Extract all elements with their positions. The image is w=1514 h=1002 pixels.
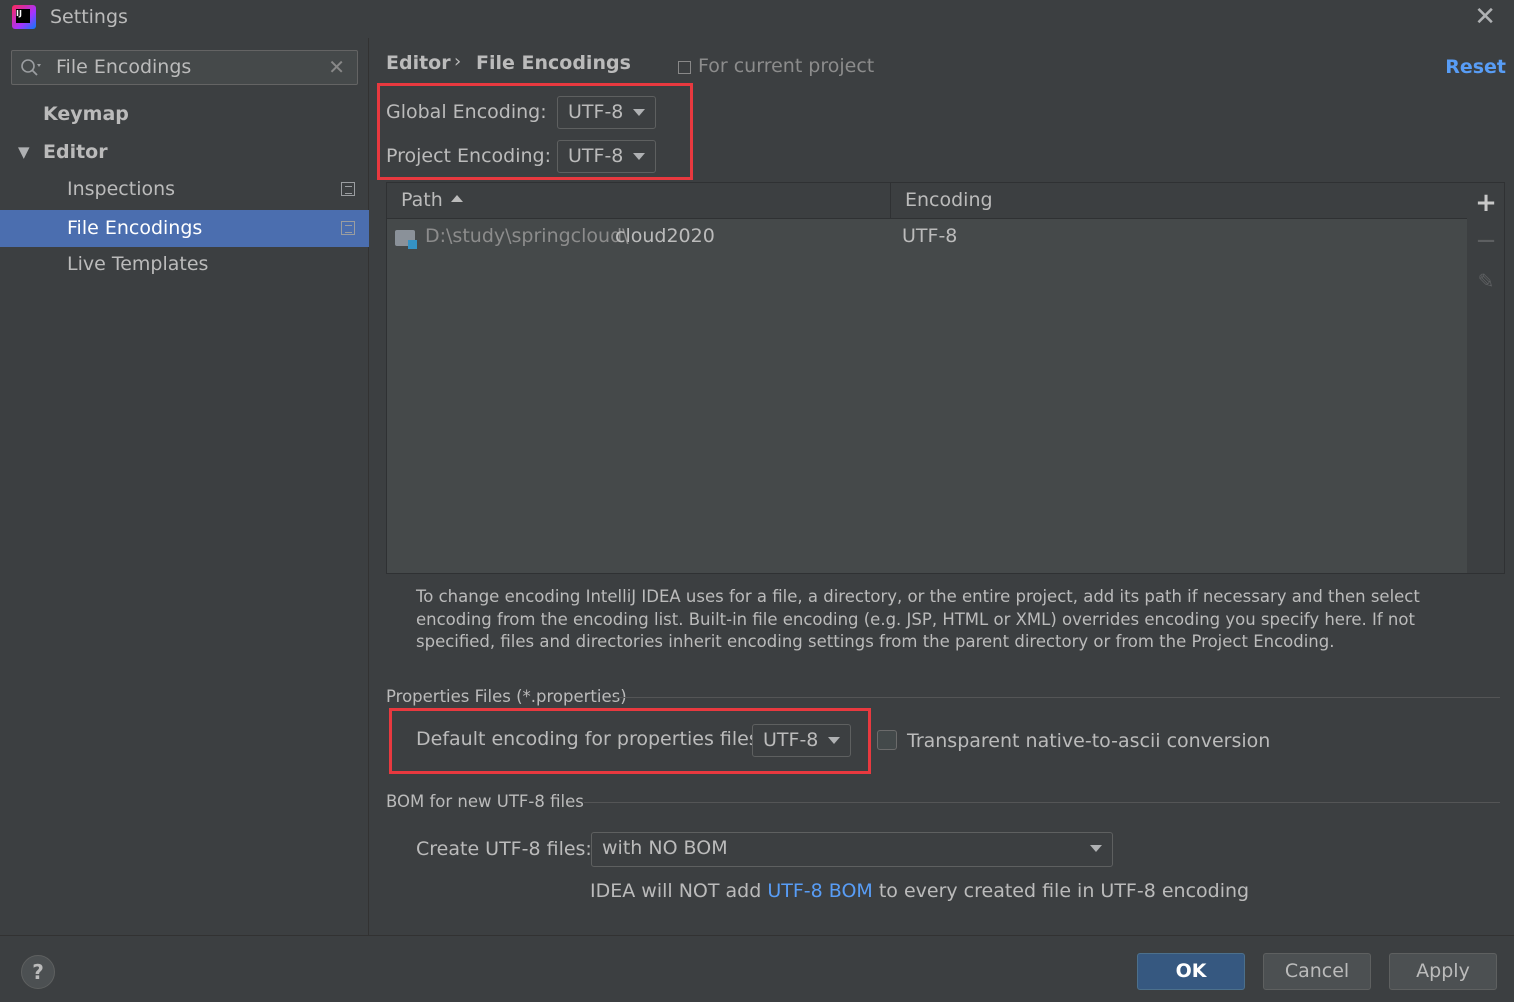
ok-button[interactable]: OK [1137,953,1245,990]
reset-link[interactable]: Reset [1445,56,1506,78]
chevron-down-icon [633,109,645,116]
column-header-encoding[interactable]: Encoding [905,189,993,211]
create-utf8-label: Create UTF-8 files: [416,838,592,860]
encoding-help-text: To change encoding IntelliJ IDEA uses fo… [416,587,1420,651]
edit-pencil-icon[interactable]: ✎ [1467,263,1505,299]
section-divider [584,802,1500,803]
window-title: Settings [50,6,128,28]
column-header-path[interactable]: Path [401,189,443,211]
column-divider [890,183,891,219]
table-header: Path Encoding [387,183,1467,219]
global-encoding-value: UTF-8 [568,101,624,123]
breadcrumb-file-encodings: File Encodings [476,52,631,74]
remove-icon[interactable]: − [1467,223,1505,259]
transparent-ascii-label[interactable]: Transparent native-to-ascii conversion [907,730,1270,752]
search-value: File Encodings [56,56,192,78]
module-folder-icon [395,230,417,249]
breadcrumb-editor: Editor [386,52,451,74]
intellij-app-icon [12,5,36,29]
sidebar-item-editor[interactable]: ▼ Editor [0,134,369,171]
properties-encoding-dropdown[interactable]: UTF-8 [752,724,851,757]
default-encoding-properties-label: Default encoding for properties files: [416,728,766,750]
chevron-down-icon [633,153,645,160]
title-bar: Settings ✕ [0,0,1514,38]
sidebar-item-label: Keymap [43,103,129,125]
sidebar-item-inspections[interactable]: Inspections [0,171,369,208]
path-encoding-table[interactable]: Path Encoding D:\study\springcloud\ clou… [386,182,1468,574]
utf8-bom-link[interactable]: UTF-8 BOM [767,880,872,902]
table-row[interactable]: D:\study\springcloud\ cloud2020 UTF-8 [387,220,1467,256]
help-button[interactable]: ? [21,955,55,989]
section-title-properties: Properties Files (*.properties) [386,687,627,706]
project-scope-icon [341,182,355,196]
chevron-down-icon [828,737,840,744]
bom-option-value: with NO BOM [602,837,728,859]
bom-option-dropdown[interactable]: with NO BOM [591,832,1113,867]
breadcrumb-separator: › [454,51,462,72]
bom-note: IDEA will NOT add UTF-8 BOM to every cre… [590,880,1249,902]
global-encoding-dropdown[interactable]: UTF-8 [557,96,656,129]
sidebar-item-label: Inspections [67,178,176,200]
expand-arrow-icon[interactable]: ▼ [18,134,30,171]
global-encoding-label: Global Encoding: [386,101,547,123]
project-scope-icon [678,61,691,74]
add-icon[interactable]: + [1467,185,1505,221]
search-icon [21,59,41,76]
bom-note-prefix: IDEA will NOT add [590,880,768,902]
dialog-button-bar: ? OK Cancel Apply [0,935,1514,1002]
sidebar-item-live-templates[interactable]: Live Templates [0,246,369,283]
table-toolbar: + − ✎ [1467,182,1505,574]
sidebar-item-keymap[interactable]: Keymap [0,96,369,133]
section-title-bom: BOM for new UTF-8 files [386,792,584,811]
sort-ascending-icon [451,195,463,202]
chevron-down-icon [1090,845,1102,852]
sidebar-item-label: Live Templates [67,253,209,275]
settings-sidebar: File Encodings ✕ Keymap ▼ Editor Inspect… [0,38,369,935]
apply-button[interactable]: Apply [1389,953,1497,990]
clear-search-icon[interactable]: ✕ [328,55,345,79]
properties-encoding-value: UTF-8 [763,729,819,751]
project-encoding-value: UTF-8 [568,145,624,167]
cancel-button[interactable]: Cancel [1263,953,1371,990]
section-divider [614,697,1500,698]
sidebar-item-label: Editor [43,141,108,163]
path-name: cloud2020 [615,225,715,247]
encoding-cell[interactable]: UTF-8 [902,225,957,247]
project-scope-icon [341,221,355,235]
sidebar-item-file-encodings[interactable]: File Encodings [0,210,369,247]
project-encoding-dropdown[interactable]: UTF-8 [557,140,656,173]
project-encoding-label: Project Encoding: [386,145,552,167]
transparent-ascii-checkbox[interactable] [877,730,897,750]
bom-note-suffix: to every created file in UTF-8 encoding [872,880,1250,902]
close-icon[interactable]: ✕ [1474,4,1496,30]
search-input[interactable]: File Encodings ✕ [11,50,358,85]
scope-label: For current project [698,55,875,77]
path-prefix: D:\study\springcloud\ [425,225,629,247]
settings-content: Editor › File Encodings For current proj… [370,38,1514,935]
sidebar-item-label: File Encodings [67,217,203,239]
